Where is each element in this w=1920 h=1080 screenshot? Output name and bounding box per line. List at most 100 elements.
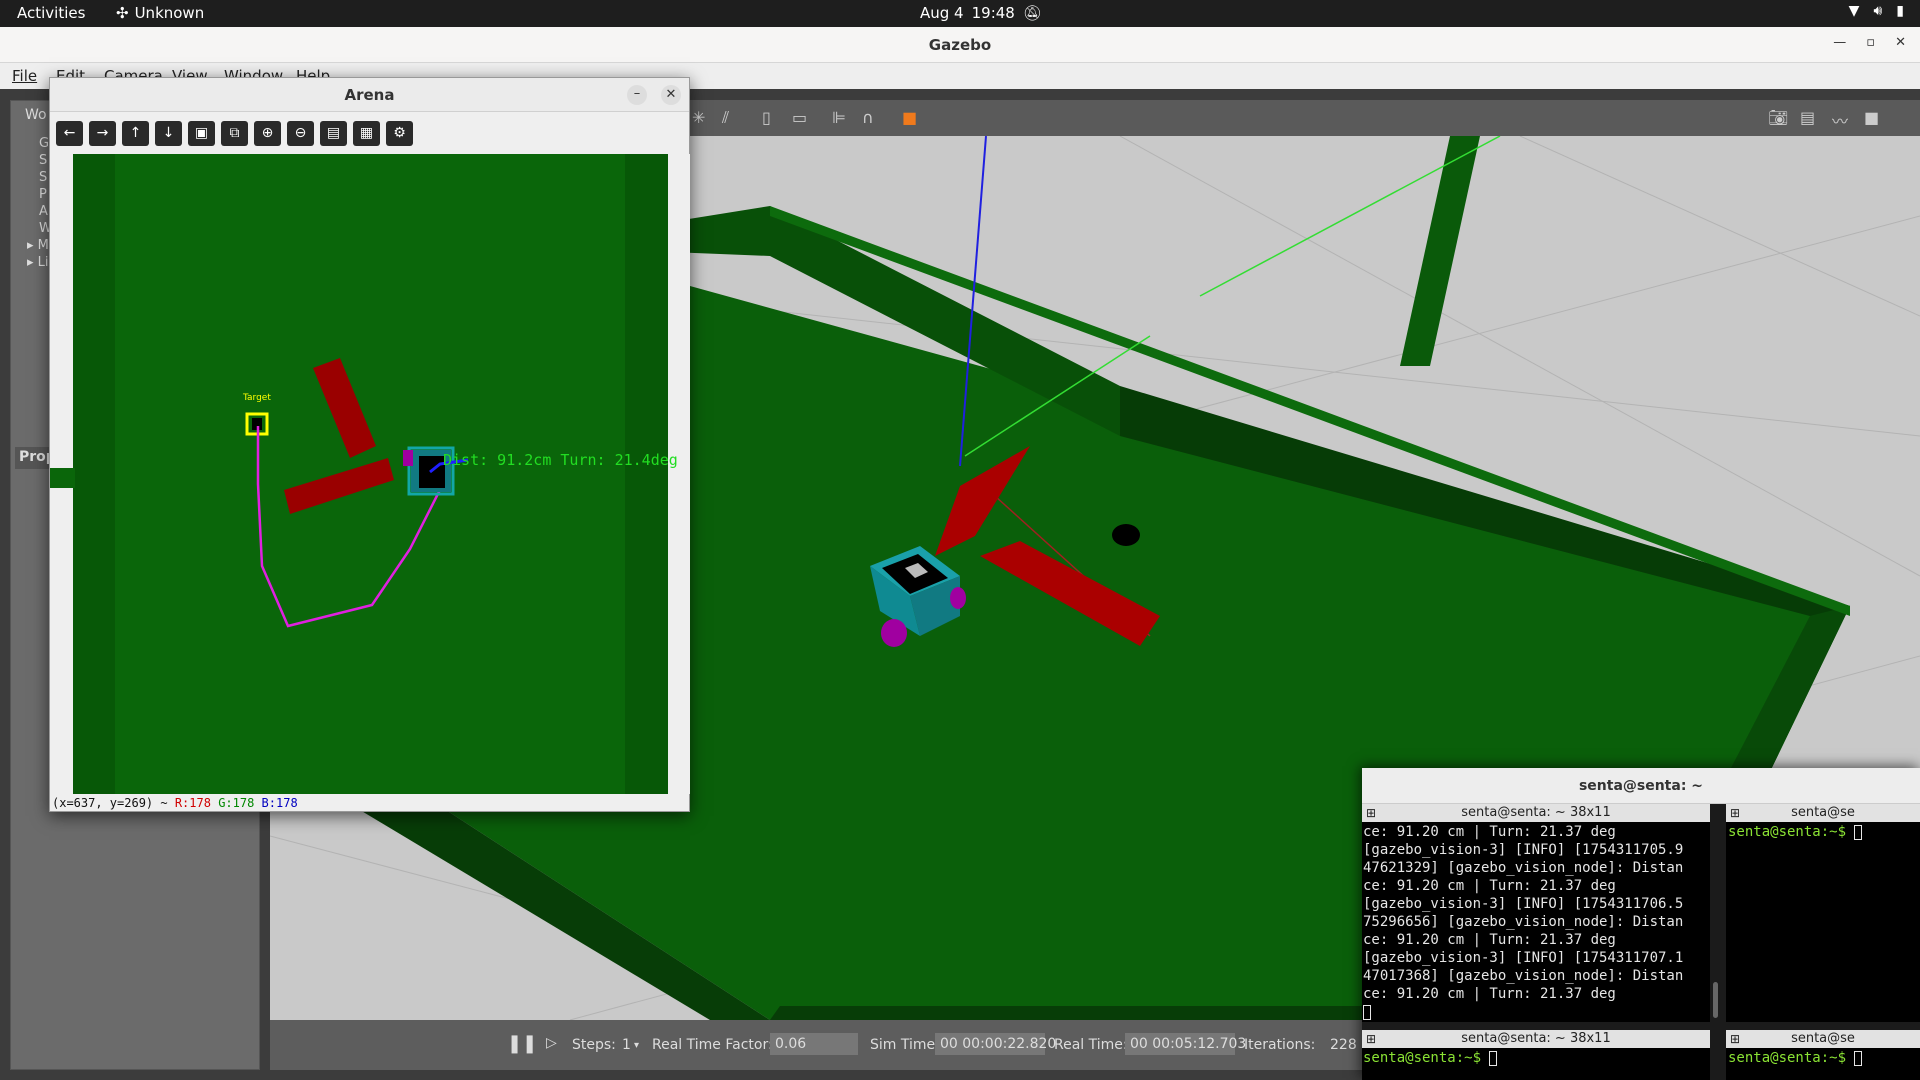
split-pane-icon: ⊞ bbox=[1730, 806, 1741, 820]
log-line: [gazebo_vision-3] [INFO] [1754311707.1 bbox=[1363, 950, 1684, 966]
system-tray[interactable]: ▼ 🔊︎ ▮ bbox=[1849, 3, 1904, 19]
pan-right-icon[interactable]: → bbox=[89, 121, 116, 146]
rtf-value: 0.06 bbox=[770, 1033, 858, 1055]
split-pane-icon: ⊞ bbox=[1730, 1032, 1741, 1046]
pixel-status: (x=637, y=269) ~ R:178 G:178 B:178 bbox=[52, 796, 298, 810]
pixel-g: G:178 bbox=[218, 796, 255, 810]
terminal-pane-log[interactable]: ce: 91.20 cm | Turn: 21.37 deg [gazebo_vi… bbox=[1362, 822, 1710, 1022]
snap-icon[interactable]: ∩ bbox=[862, 108, 882, 128]
arena-title-bar[interactable]: Arena – ✕ bbox=[50, 78, 689, 112]
clock-date: Aug 4 bbox=[920, 4, 964, 22]
target-label: Target bbox=[242, 393, 271, 403]
iterations-label: Iterations: bbox=[1244, 1037, 1316, 1053]
align-icon[interactable]: ⊫ bbox=[832, 108, 852, 128]
terminal-pane-4[interactable]: senta@senta:~$ bbox=[1726, 1048, 1920, 1080]
activities-button[interactable]: Activities bbox=[17, 4, 85, 22]
video-icon[interactable]: ■ bbox=[1864, 108, 1884, 128]
terminal-title: senta@senta: ~ bbox=[1578, 778, 1704, 794]
pixel-r: R:178 bbox=[174, 796, 211, 810]
shell-prompt: senta@senta:~$ bbox=[1728, 1050, 1847, 1066]
directional-light-icon[interactable]: ⫽ bbox=[722, 108, 742, 128]
pane-header[interactable]: ⊞ senta@senta: ~ 38x11 bbox=[1362, 1030, 1710, 1048]
pane-header[interactable]: ⊞ senta@se bbox=[1726, 1030, 1920, 1048]
pan-down-icon[interactable]: ↓ bbox=[155, 121, 182, 146]
wifi-icon: ▼ bbox=[1848, 3, 1860, 19]
point-light-icon[interactable]: ✳ bbox=[692, 108, 712, 128]
split-pane-icon: ⊞ bbox=[1366, 1032, 1377, 1046]
iterations-value: 228 bbox=[1330, 1037, 1357, 1053]
save-icon[interactable]: ▤ bbox=[320, 121, 347, 146]
zoom-out-icon[interactable]: ⊖ bbox=[287, 121, 314, 146]
gazebo-title-bar: Gazebo — ▫ ✕ bbox=[0, 27, 1920, 63]
pixel-b: B:178 bbox=[261, 796, 298, 810]
pane-header[interactable]: ⊞ senta@senta: ~ 38x11 bbox=[1362, 804, 1710, 822]
chevron-down-icon[interactable]: ▾ bbox=[634, 1040, 639, 1051]
paste-icon[interactable]: ▭ bbox=[792, 108, 812, 128]
log-line: ce: 91.20 cm | Turn: 21.37 deg bbox=[1363, 878, 1616, 894]
notifications-muted-icon: 🔕︎ bbox=[1022, 4, 1042, 22]
zoom-fit-icon[interactable]: ⧉ bbox=[221, 121, 248, 146]
pane-header-title: senta@se bbox=[1791, 805, 1855, 820]
scrollbar-thumb[interactable] bbox=[1713, 982, 1718, 1018]
split-pane-icon: ⊞ bbox=[1366, 806, 1377, 820]
settings-icon[interactable]: ⚙ bbox=[386, 121, 413, 146]
menu-file[interactable]: File bbox=[12, 67, 37, 85]
volume-icon: 🔊︎ bbox=[1873, 3, 1883, 19]
log-line: [gazebo_vision-3] [INFO] [1754311706.5 bbox=[1363, 896, 1684, 912]
terminal-cursor bbox=[1489, 1050, 1498, 1066]
real-time-value: 00 00:05:12.703 bbox=[1125, 1033, 1246, 1055]
maximize-icon[interactable]: ▫ bbox=[1866, 35, 1875, 50]
zoom-x1-icon[interactable]: ▣ bbox=[188, 121, 215, 146]
log-line: ce: 91.20 cm | Turn: 21.37 deg bbox=[1363, 986, 1616, 1002]
scrollbar[interactable] bbox=[1710, 822, 1722, 1022]
log-icon[interactable]: ▤ bbox=[1800, 108, 1820, 128]
system-top-bar: Activities ✣ Unknown Aug 4 19:48 🔕︎ ▼ 🔊︎… bbox=[0, 0, 1920, 27]
terminal-title-bar[interactable]: senta@senta: ~ bbox=[1362, 768, 1920, 804]
clock-time: 19:48 bbox=[971, 4, 1015, 22]
zoom-in-icon[interactable]: ⊕ bbox=[254, 121, 281, 146]
close-icon[interactable]: ✕ bbox=[1895, 35, 1906, 50]
battery-icon: ▮ bbox=[1896, 3, 1904, 19]
log-line: 75296656] [gazebo_vision_node]: Distan bbox=[1363, 914, 1684, 930]
steps-label: Steps: bbox=[572, 1037, 616, 1053]
pause-icon[interactable]: ❚❚ bbox=[507, 1033, 537, 1054]
terminal-pane-3[interactable]: senta@senta:~$ bbox=[1362, 1048, 1710, 1080]
copy-icon[interactable]: ▯ bbox=[762, 108, 782, 128]
pane-header-title: senta@senta: ~ 38x11 bbox=[1461, 1031, 1611, 1046]
app-name: Unknown bbox=[134, 4, 205, 22]
log-line: 47621329] [gazebo_vision_node]: Distan bbox=[1363, 860, 1684, 876]
minimize-icon[interactable]: – bbox=[627, 85, 647, 105]
log-line: ce: 91.20 cm | Turn: 21.37 deg bbox=[1363, 824, 1616, 840]
screenshot-icon[interactable]: 📷︎ bbox=[1768, 108, 1788, 128]
gazebo-window-title: Gazebo bbox=[928, 36, 992, 54]
arena-window: Arena – ✕ ← → ↑ ↓ ▣ ⧉ ⊕ ⊖ ▤ ▦ ⚙ Target D… bbox=[49, 77, 690, 812]
app-menu[interactable]: ✣ Unknown bbox=[116, 4, 204, 22]
close-icon[interactable]: ✕ bbox=[661, 85, 681, 105]
clock[interactable]: Aug 4 19:48 🔕︎ bbox=[920, 4, 1042, 22]
minimize-icon[interactable]: — bbox=[1833, 35, 1846, 50]
sim-time-label: Sim Time: bbox=[870, 1037, 940, 1053]
step-icon[interactable]: ▷ bbox=[546, 1035, 557, 1051]
arena-image[interactable]: Target Dist: 91.2cm Turn: 21.4deg bbox=[50, 154, 690, 794]
properties-icon[interactable]: ▦ bbox=[353, 121, 380, 146]
steps-value[interactable]: 1 bbox=[622, 1037, 631, 1053]
rtf-label: Real Time Factor: bbox=[652, 1037, 773, 1053]
terminal-pane-2[interactable]: senta@senta:~$ bbox=[1726, 822, 1920, 1022]
world-tab[interactable]: Wo bbox=[25, 107, 47, 123]
arena-title: Arena bbox=[344, 86, 395, 104]
pan-left-icon[interactable]: ← bbox=[56, 121, 83, 146]
terminal-cursor bbox=[1363, 1004, 1371, 1020]
log-line: 47017368] [gazebo_vision_node]: Distan bbox=[1363, 968, 1684, 984]
app-icon: ✣ bbox=[116, 4, 129, 22]
real-time-label: Real Time: bbox=[1054, 1037, 1128, 1053]
shell-prompt: senta@senta:~$ bbox=[1363, 1050, 1482, 1066]
pane-header[interactable]: ⊞ senta@se bbox=[1726, 804, 1920, 822]
log-line: ce: 91.20 cm | Turn: 21.37 deg bbox=[1363, 932, 1616, 948]
pan-up-icon[interactable]: ↑ bbox=[122, 121, 149, 146]
change-view-icon[interactable]: ■ bbox=[902, 108, 922, 128]
plot-icon[interactable]: 〰 bbox=[1832, 108, 1852, 131]
arena-overlay: Target Dist: 91.2cm Turn: 21.4deg bbox=[50, 154, 690, 794]
sim-time-value: 00 00:00:22.820 bbox=[935, 1033, 1056, 1055]
pixel-coords: (x=637, y=269) ~ bbox=[52, 796, 168, 810]
distance-turn-overlay: Dist: 91.2cm Turn: 21.4deg bbox=[443, 451, 678, 469]
